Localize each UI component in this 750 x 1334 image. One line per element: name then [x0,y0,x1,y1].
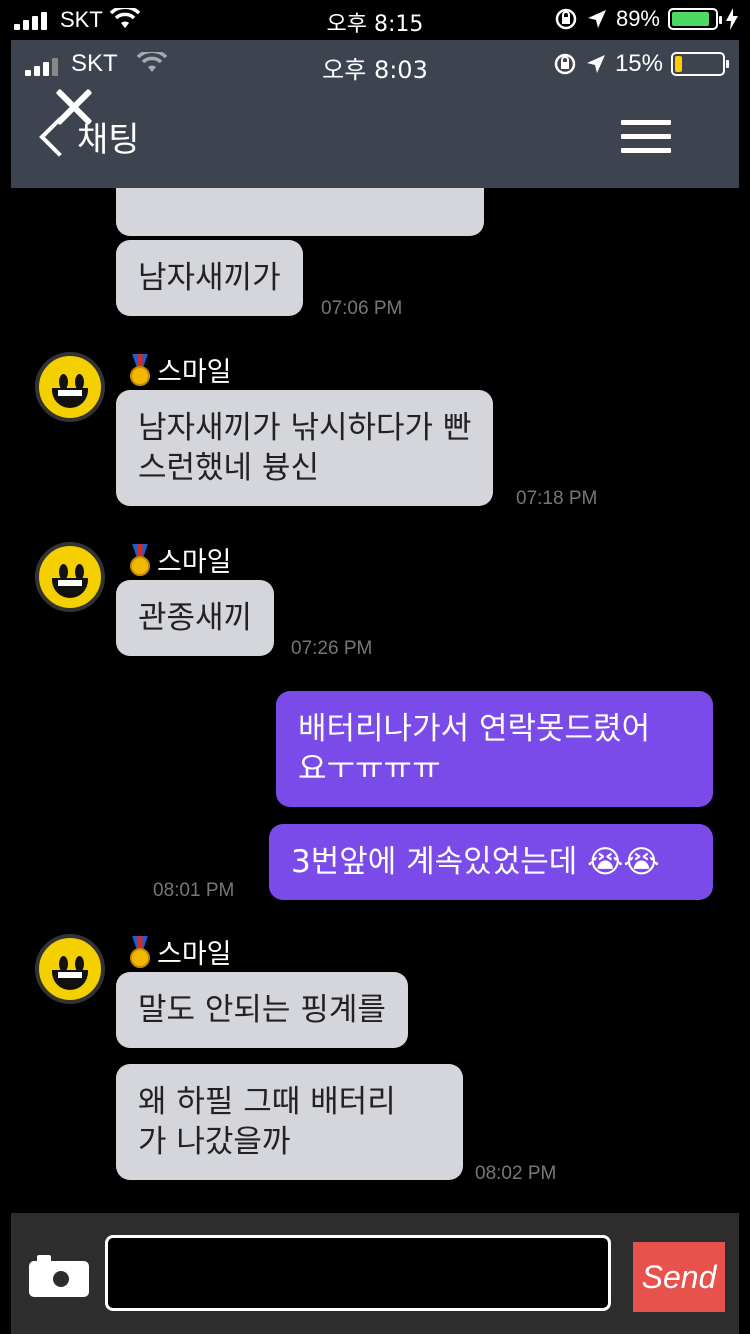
message-bubble: 왜 하필 그때 배터리 가 나갔을까 [116,1064,463,1180]
message-timestamp: 07:26 PM [291,638,373,659]
sender-name: 스마일 [129,932,232,971]
app-screenshot: SKT 오후 8:03 15% 채팅 남자새끼가 07:06 PM 스마일 남자… [11,40,739,1334]
page-title: 채팅 [77,120,140,160]
location-icon [587,10,606,28]
location-icon [586,55,605,73]
medal-icon [129,935,151,968]
battery-icon [668,8,722,30]
message-timestamp: 08:01 PM [153,880,235,901]
battery-percent: 89% [615,6,660,31]
back-button[interactable]: 채팅 [33,112,140,161]
avatar[interactable] [35,352,105,422]
battery-percent: 15% [614,50,663,77]
message-bubble: 남자새끼가 [116,240,303,316]
battery-icon [671,52,729,76]
message-timestamp: 08:02 PM [475,1163,557,1184]
message-timestamp: 07:06 PM [321,298,403,319]
system-status-bar: SKT 오후 8:15 89% [0,0,750,40]
message-list[interactable]: 남자새끼가 07:06 PM 스마일 남자새끼가 낚시하다가 빤 스런했네 븅신… [11,188,739,1213]
send-button[interactable]: Send [633,1242,725,1312]
message-bubble: 남자새끼가 낚시하다가 빤 스런했네 븅신 [116,390,494,506]
avatar[interactable] [35,542,105,612]
avatar[interactable] [35,934,105,1004]
message-bubble: 말도 안되는 핑계를 [116,972,408,1048]
charging-bolt-icon [726,8,738,30]
rotation-lock-icon [554,53,576,75]
menu-button[interactable] [621,120,671,162]
chat-header: 채팅 [11,88,739,188]
message-composer: Send [11,1213,739,1334]
medal-icon [129,353,151,386]
message-bubble: 관종새끼 [116,580,275,656]
sender-name: 스마일 [129,350,232,389]
message-bubble-partial [116,188,484,236]
chevron-left-icon [39,116,79,157]
rotation-lock-icon [555,8,577,30]
my-message-bubble: 배터리나가서 연락못드렸어 요ㅜㅠㅠㅠ [276,691,713,807]
medal-icon [129,543,151,576]
sender-name: 스마일 [129,540,232,579]
message-input[interactable] [105,1235,611,1311]
message-timestamp: 07:18 PM [516,488,598,509]
camera-icon[interactable] [29,1251,89,1297]
app-status-bar: SKT 오후 8:03 15% [11,40,739,88]
my-message-bubble: 3번앞에 계속있었는데 😭😭 [269,824,713,900]
